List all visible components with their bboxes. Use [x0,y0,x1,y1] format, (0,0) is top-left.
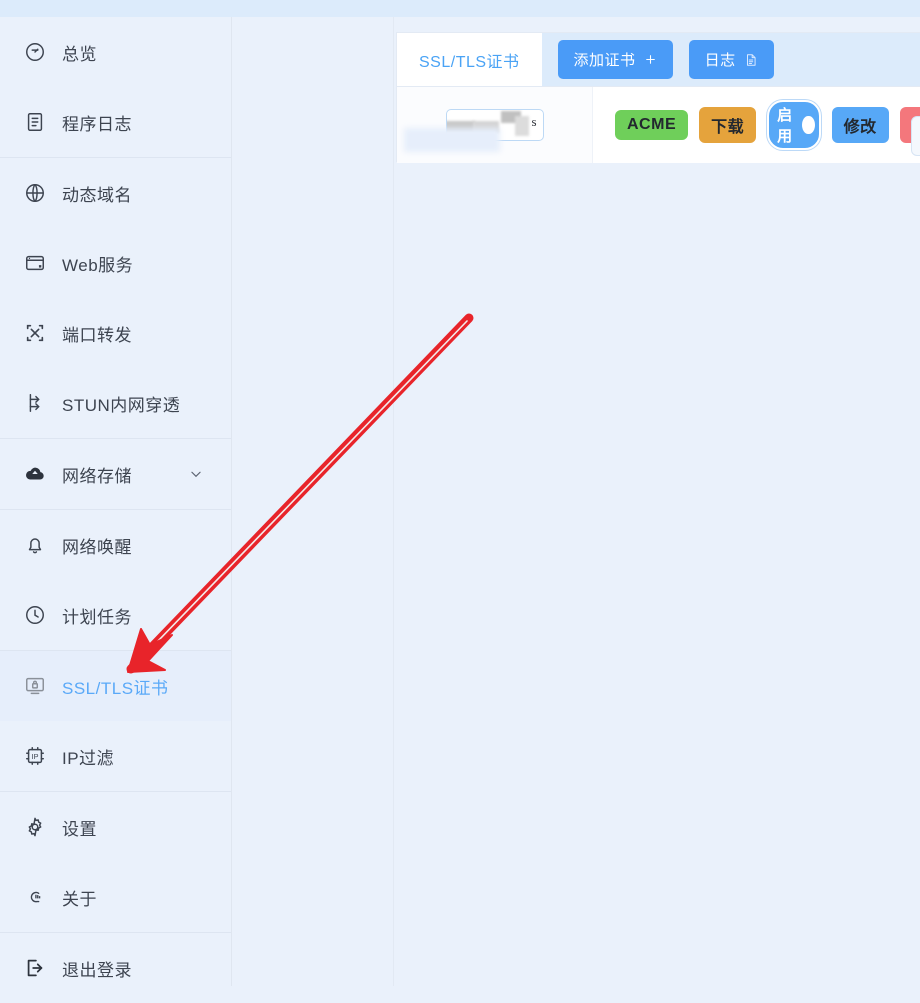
monitor-lock-icon [22,673,48,699]
document-icon [744,52,758,68]
plus-icon [644,53,657,66]
sidebar-group-5: SSL/TLS证书 IP IP过滤 [0,650,231,791]
sidebar-group-4: 网络唤醒 计划任务 [0,509,231,650]
chevron-down-icon[interactable] [189,467,203,481]
sidebar-item-label: 网络唤醒 [62,537,132,557]
clock-icon [22,602,48,628]
sidebar-group-3: 网络存储 [0,438,231,509]
sidebar-group-2: 动态域名 Web服务 端口转发 STUN内网穿透 [0,157,231,438]
content-gutter [233,17,394,986]
sidebar-item-label: 计划任务 [62,607,132,627]
at-hand-icon [22,884,48,910]
sidebar-item-wake-on-lan[interactable]: 网络唤醒 [0,510,231,580]
add-certificate-label: 添加证书 [573,52,636,69]
sidebar-item-label: SSL/TLS证书 [62,678,169,698]
sidebar-group-1: 总览 程序日志 [0,17,231,157]
sidebar-item-label: 退出登录 [62,960,132,980]
sidebar-item-label: Web服务 [62,255,134,275]
log-label: 日志 [704,52,736,69]
log-button[interactable]: 日志 [688,40,774,79]
cloud-icon [22,461,48,487]
svg-text:IP: IP [32,752,39,761]
sidebar-item-network-storage[interactable]: 网络存储 [0,439,231,509]
bell-icon [22,532,48,558]
sidebar-item-settings[interactable]: 设置 [0,792,231,862]
sidebar: 总览 程序日志 动态域名 Web服务 端口转发 STUN内网穿透 网络存储 网络… [0,17,232,986]
sidebar-item-stun[interactable]: STUN内网穿透 [0,368,231,438]
redaction-block [514,116,529,136]
enable-toggle[interactable]: 启用 [767,100,821,150]
logout-icon [22,955,48,981]
sidebar-item-label: 关于 [62,889,97,909]
port-forward-icon [22,320,48,346]
stun-arrow-icon [22,390,48,416]
certificate-row-actions: ACME 下载 启用 修改 删除 [593,100,920,150]
sidebar-group-6: 设置 关于 [0,791,231,932]
sidebar-group-7: 退出登录 [0,932,231,1003]
sidebar-item-overview[interactable]: 总览 [0,17,231,87]
tab-ssl-tls-certificate[interactable]: SSL/TLS证书 [397,33,542,86]
edit-button[interactable]: 修改 [831,107,889,143]
offscreen-panel-edge [911,116,920,156]
toggle-knob [802,116,815,134]
sidebar-item-ip-filter[interactable]: IP IP过滤 [0,721,231,791]
add-certificate-button[interactable]: 添加证书 [557,40,673,79]
acme-button[interactable]: ACME [615,110,689,140]
window-top-strip [0,0,920,17]
browser-window-icon [22,250,48,276]
sidebar-item-label: STUN内网穿透 [62,395,181,415]
main-content: SSL/TLS证书 添加证书 日志 s ACME 下载 启用 修改 [395,17,920,986]
sidebar-item-label: 程序日志 [62,114,132,134]
sidebar-item-port-forward[interactable]: 端口转发 [0,298,231,368]
sidebar-item-scheduled-task[interactable]: 计划任务 [0,580,231,650]
sidebar-item-web-service[interactable]: Web服务 [0,228,231,298]
dns-globe-icon [22,180,48,206]
enable-toggle-label: 启用 [777,107,793,145]
sidebar-item-about[interactable]: 关于 [0,862,231,932]
sidebar-item-label: IP过滤 [62,748,115,768]
sidebar-item-label: 网络存储 [62,466,132,486]
gear-icon [22,814,48,840]
sidebar-item-program-log[interactable]: 程序日志 [0,87,231,157]
tab-action-group: 添加证书 日志 [542,33,920,86]
dashboard-icon [22,39,48,65]
ip-filter-icon: IP [22,743,48,769]
redaction-shadow [404,128,500,152]
sidebar-item-ddns[interactable]: 动态域名 [0,158,231,228]
tab-bar: SSL/TLS证书 添加证书 日志 [397,33,920,87]
certificate-name-tail: s [531,114,537,129]
clipboard-icon [22,109,48,135]
sidebar-item-ssl-tls-certificate[interactable]: SSL/TLS证书 [0,651,231,721]
download-button[interactable]: 下载 [699,107,757,143]
tab-label: SSL/TLS证书 [419,53,520,71]
sidebar-item-label: 端口转发 [62,325,132,345]
sidebar-item-label: 总览 [62,44,97,64]
sidebar-item-label: 动态域名 [62,185,132,205]
sidebar-item-logout[interactable]: 退出登录 [0,933,231,1003]
sidebar-item-label: 设置 [62,819,97,839]
